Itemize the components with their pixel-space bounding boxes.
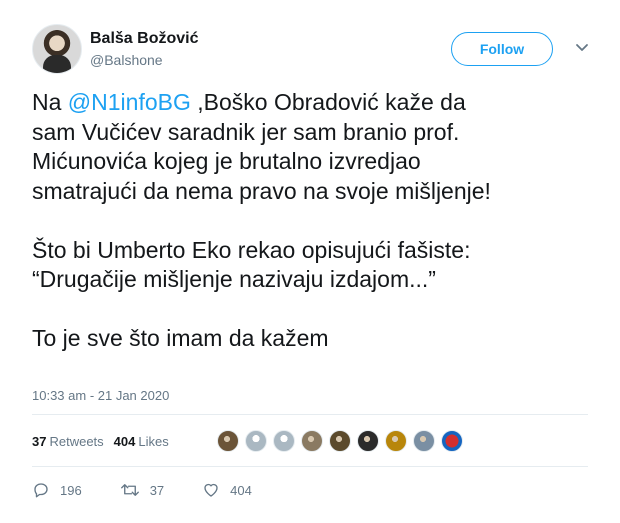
follow-button[interactable]: Follow (451, 32, 553, 66)
liker-avatar[interactable] (300, 430, 323, 452)
tweet-text-line6: “Drugačije mišljenje nazivaju izdajom...… (32, 266, 436, 292)
tweet-text-line3: Mićunovića kojeg je brutalno izvredjao (32, 148, 421, 174)
like-button[interactable]: 404 (202, 481, 252, 499)
liker-avatar[interactable] (328, 430, 351, 452)
divider (32, 466, 588, 467)
reply-icon (34, 483, 48, 498)
tweet-text-line5: Što bi Umberto Eko rekao opisujući fašis… (32, 236, 471, 263)
tweet-actions: 196 37 404 (32, 478, 290, 502)
divider (32, 414, 588, 415)
reply-count: 196 (60, 482, 82, 498)
mention-link[interactable]: @N1infoBG (68, 89, 191, 115)
tweet-stats: 37 Retweets 404 Likes (32, 426, 469, 456)
liker-avatar[interactable] (356, 430, 379, 452)
retweets-stat[interactable]: 37 Retweets (32, 434, 104, 449)
retweet-icon (120, 484, 139, 496)
user-handle[interactable]: @Balshone (90, 52, 163, 68)
tweet-text-prefix: Na (32, 89, 68, 115)
liker-avatar[interactable] (244, 430, 267, 452)
liker-avatar[interactable] (384, 430, 407, 452)
heart-icon (204, 483, 218, 497)
tweet-text-line1-rest: ,Boško Obradović kaže da (190, 89, 466, 115)
user-name[interactable]: Balša Božović (90, 30, 198, 48)
like-count: 404 (230, 482, 252, 498)
liker-avatar[interactable] (216, 430, 239, 452)
likes-label: Likes (138, 433, 169, 449)
likes-stat[interactable]: 404 Likes (114, 434, 169, 449)
liker-avatar[interactable] (412, 430, 435, 452)
superman-logo-icon[interactable] (440, 430, 463, 452)
retweets-label: Retweets (49, 433, 104, 449)
liker-avatars (216, 430, 469, 452)
tweet-text: Na @N1infoBG ,Boško Obradović kaže da sa… (32, 88, 602, 354)
timestamp[interactable]: 10:33 am - 21 Jan 2020 (32, 388, 169, 403)
avatar[interactable] (32, 24, 82, 74)
chevron-down-icon[interactable] (574, 40, 590, 56)
retweets-count: 37 (32, 433, 47, 449)
tweet-text-line7: To je sve što imam da kažem (32, 325, 329, 351)
liker-avatar[interactable] (272, 430, 295, 452)
reply-button[interactable]: 196 (32, 481, 82, 499)
tweet-text-line2: sam Vučićev saradnik jer sam branio prof… (32, 118, 460, 145)
retweet-button[interactable]: 37 (120, 481, 164, 499)
likes-count: 404 (113, 433, 136, 449)
retweet-count: 37 (149, 482, 165, 498)
tweet-header: Balša Božović @Balshone Follow (32, 24, 602, 76)
tweet-text-line4: smatrajući da nema pravo na svoje mišlje… (32, 177, 491, 204)
